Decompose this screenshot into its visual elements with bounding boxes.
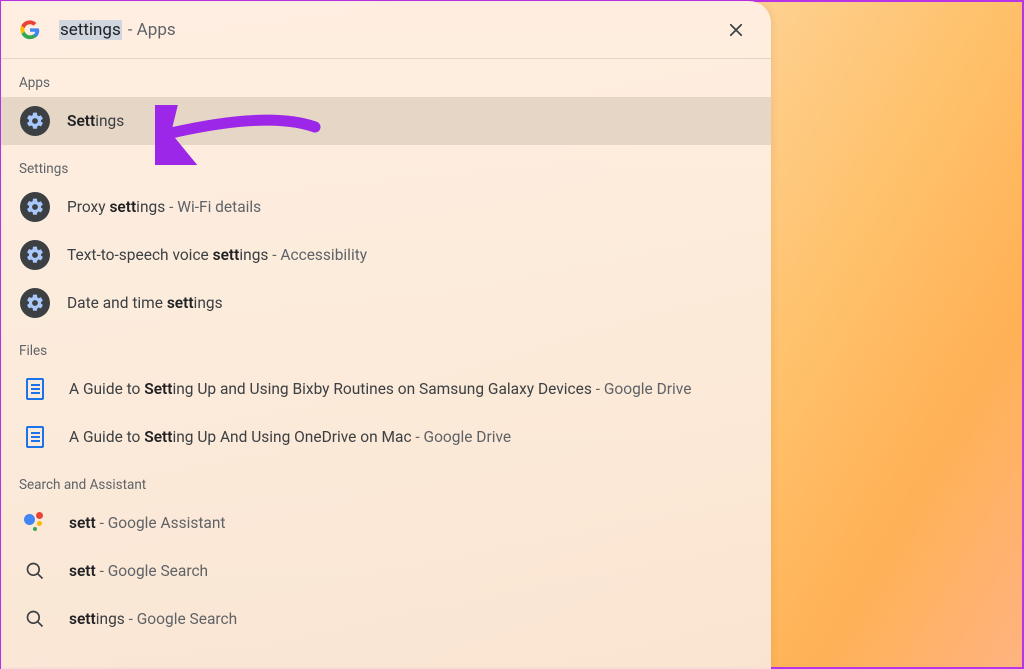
- docs-icon: [23, 377, 47, 401]
- docs-icon: [23, 425, 47, 449]
- result-label: A Guide to Setting Up and Using Bixby Ro…: [69, 379, 691, 399]
- search-input[interactable]: settings - Apps: [59, 20, 723, 40]
- section-label-apps: Apps: [1, 59, 771, 97]
- close-icon[interactable]: [723, 17, 749, 43]
- desktop-background: settings - Apps Apps Settings Settings P…: [0, 0, 1024, 669]
- section-label-files: Files: [1, 327, 771, 365]
- result-label: sett - Google Assistant: [69, 513, 226, 533]
- search-context-text: - Apps: [128, 20, 176, 40]
- result-search-settings[interactable]: settings - Google Search: [1, 595, 771, 643]
- result-label: sett - Google Search: [69, 561, 208, 581]
- result-tts-settings[interactable]: Text-to-speech voice settings - Accessib…: [1, 231, 771, 279]
- settings-app-icon: [19, 105, 51, 137]
- search-bar[interactable]: settings - Apps: [1, 1, 771, 59]
- result-file-onedrive-guide[interactable]: A Guide to Setting Up And Using OneDrive…: [1, 413, 771, 461]
- launcher-search-panel: settings - Apps Apps Settings Settings P…: [1, 1, 771, 669]
- google-g-icon: [19, 19, 41, 41]
- result-label: A Guide to Setting Up And Using OneDrive…: [69, 427, 511, 447]
- assistant-icon: [23, 511, 47, 535]
- result-label: Text-to-speech voice settings - Accessib…: [67, 245, 367, 265]
- result-label: Settings: [67, 111, 124, 131]
- result-proxy-settings[interactable]: Proxy settings - Wi-Fi details: [1, 183, 771, 231]
- search-icon: [23, 559, 47, 583]
- result-file-bixby-guide[interactable]: A Guide to Setting Up and Using Bixby Ro…: [1, 365, 771, 413]
- gear-icon: [19, 191, 51, 223]
- section-label-search-assistant: Search and Assistant: [1, 461, 771, 499]
- result-search-sett[interactable]: sett - Google Search: [1, 547, 771, 595]
- result-label: settings - Google Search: [69, 609, 237, 629]
- result-label: Date and time settings: [67, 293, 223, 313]
- section-label-settings: Settings: [1, 145, 771, 183]
- result-app-settings[interactable]: Settings: [1, 97, 771, 145]
- result-assistant-sett[interactable]: sett - Google Assistant: [1, 499, 771, 547]
- gear-icon: [19, 239, 51, 271]
- search-icon: [23, 607, 47, 631]
- gear-icon: [19, 287, 51, 319]
- result-date-time-settings[interactable]: Date and time settings: [1, 279, 771, 327]
- search-query-text: settings: [59, 20, 122, 40]
- result-label: Proxy settings - Wi-Fi details: [67, 197, 261, 217]
